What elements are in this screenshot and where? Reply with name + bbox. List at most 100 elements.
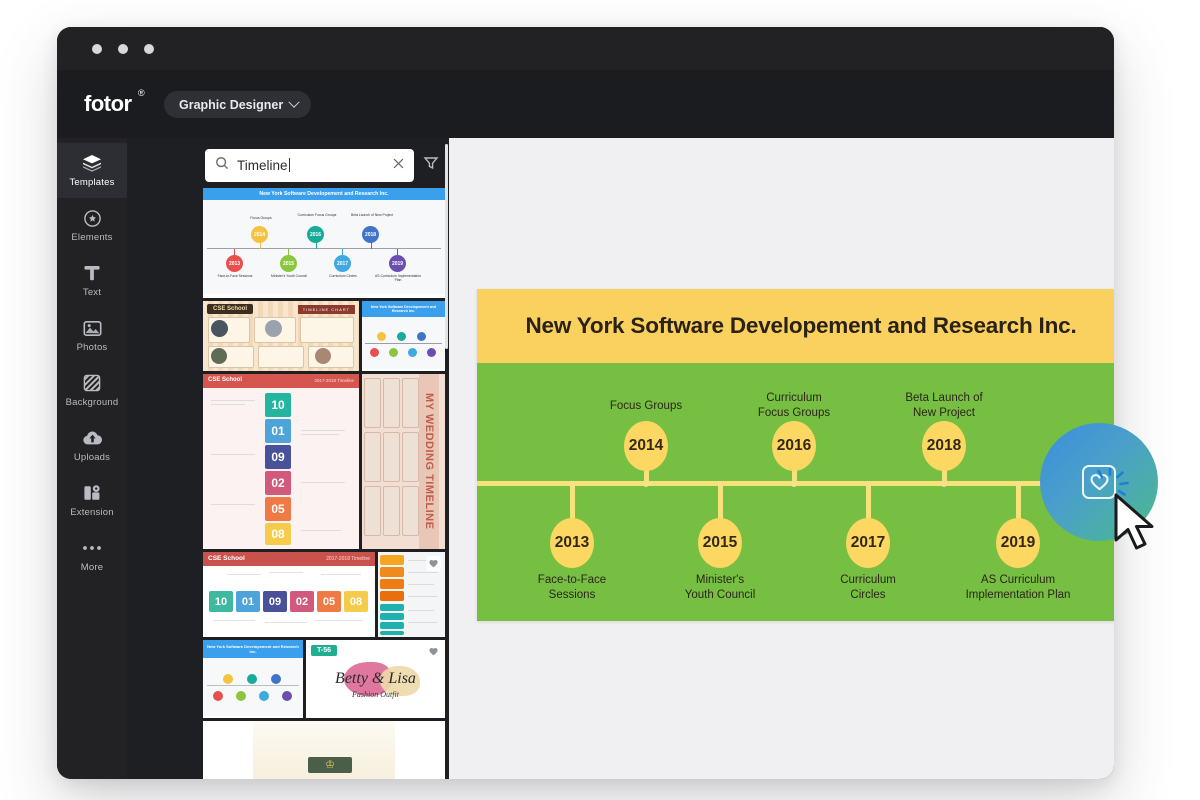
sidebar-item-photos[interactable]: Photos xyxy=(57,308,127,363)
design-title-band: New York Software Developement and Resea… xyxy=(477,289,1114,363)
template-card-cse-school-vertical-timeline[interactable]: CSE School 2017-2018 Timeline 10 01 09 0… xyxy=(203,374,359,549)
sidebar-item-templates[interactable]: Templates xyxy=(57,143,127,198)
template-card-title: New York Software Developement and Resea… xyxy=(203,640,303,658)
window-maximize-button[interactable] xyxy=(144,44,154,54)
sidebar-item-label: Uploads xyxy=(73,451,111,463)
template-number-chip: 09 xyxy=(263,591,287,612)
template-node-year: 2018 xyxy=(362,226,379,243)
timeline-body: Focus Groups Curriculum Focus Groups Beta… xyxy=(477,363,1114,621)
template-number-chip: 08 xyxy=(344,591,368,612)
template-node-caption: Beta Launch of New Project xyxy=(350,213,394,217)
template-card-ny-software-timeline-small[interactable]: New York Software Developement and Resea… xyxy=(362,301,445,371)
filter-funnel-icon[interactable] xyxy=(423,155,439,176)
template-number-chip: 01 xyxy=(265,419,291,443)
design-canvas[interactable]: New York Software Developement and Resea… xyxy=(477,289,1114,621)
timeline-caption-above: Beta Launch of New Project xyxy=(905,392,983,420)
sidebar-item-label: Text xyxy=(82,286,102,298)
template-card-orange-teal-schedule[interactable] xyxy=(378,552,445,637)
timeline-axis-dot xyxy=(941,480,947,487)
timeline-caption-below: Face-to-Face Sessions xyxy=(537,574,607,602)
canvas-scrollbar[interactable] xyxy=(445,144,448,349)
template-number-chip: 02 xyxy=(265,471,291,495)
timeline-node-2015[interactable]: 2015 xyxy=(698,518,742,568)
search-input-value: Timeline xyxy=(237,158,288,173)
template-number-chip: 08 xyxy=(265,523,291,545)
template-card-cream-blank-template[interactable]: ♔ xyxy=(203,721,445,779)
template-card-title: CSE School xyxy=(207,304,254,314)
search-icon xyxy=(215,156,229,175)
template-card-betty-and-lisa-fashion[interactable]: T-56 Betty & Lisa Fashion Outfit xyxy=(306,640,445,718)
template-card-title: Betty & Lisa xyxy=(335,670,416,687)
close-x-icon[interactable] xyxy=(392,157,405,175)
template-card-cse-school-orange-board[interactable]: CSE School TIMELINE CHART xyxy=(203,301,359,371)
timeline-node-2016[interactable]: 2016 xyxy=(772,421,816,471)
template-number-chip: 01 xyxy=(236,591,260,612)
timeline-axis-dot xyxy=(717,480,723,487)
timeline-caption-above: Curriculum Focus Groups xyxy=(757,392,831,420)
cloud-upload-icon xyxy=(82,429,103,448)
search-row: Timeline xyxy=(205,149,445,182)
chevron-down-icon xyxy=(288,96,300,108)
template-node-caption: Focus Groups xyxy=(250,216,272,220)
template-card-title: New York Software Developement and Resea… xyxy=(362,301,445,317)
puzzle-gear-icon xyxy=(83,484,101,503)
window-minimize-button[interactable] xyxy=(118,44,128,54)
app-window: fotor ® Graphic Designer Templates Eleme… xyxy=(57,27,1114,779)
mode-selector[interactable]: Graphic Designer xyxy=(164,91,312,118)
window-titlebar xyxy=(57,27,1114,70)
timeline-node-2017[interactable]: 2017 xyxy=(846,518,890,568)
timeline-axis-dot xyxy=(865,480,871,487)
sidebar-item-background[interactable]: Background xyxy=(57,363,127,418)
template-card-ny-software-timeline-blue[interactable]: New York Software Developement and Resea… xyxy=(203,188,445,298)
sidebar-item-label: More xyxy=(80,561,104,573)
sidebar-item-uploads[interactable]: Uploads xyxy=(57,418,127,473)
template-node-caption: Minister's Youth Council xyxy=(271,274,307,278)
template-card-subtitle: Fashion Outfit xyxy=(352,690,399,699)
template-card-title: CSE School xyxy=(208,377,243,383)
sidebar-rail: Templates Elements Text Photos Backgroun… xyxy=(57,138,127,779)
timeline-node-2018[interactable]: 2018 xyxy=(922,421,966,471)
template-card-title: New York Software Developement and Resea… xyxy=(203,188,445,200)
template-node-caption: Face-to-Face Sessions xyxy=(217,274,253,278)
photo-icon xyxy=(82,319,102,338)
sidebar-item-extension[interactable]: Extension xyxy=(57,473,127,528)
window-close-button[interactable] xyxy=(92,44,102,54)
template-card-my-wedding-timeline[interactable]: MY WEDDING TIMELINE xyxy=(362,374,445,549)
search-input[interactable]: Timeline xyxy=(205,149,414,182)
timeline-caption-below: AS Curriculum Implementation Plan xyxy=(965,574,1071,602)
mode-selector-label: Graphic Designer xyxy=(179,97,284,112)
favorite-heart-icon[interactable] xyxy=(426,556,441,571)
template-node-year: 2013 xyxy=(226,255,243,272)
timeline-stem xyxy=(718,481,723,519)
fotor-logo[interactable]: fotor xyxy=(84,91,132,117)
template-node-year: 2019 xyxy=(389,255,406,272)
text-t-icon xyxy=(83,264,101,283)
favorite-heart-icon[interactable] xyxy=(426,644,441,659)
timeline-node-2019[interactable]: 2019 xyxy=(996,518,1040,568)
timeline-stem xyxy=(570,481,575,519)
timeline-axis-dot xyxy=(569,480,575,487)
template-card-cse-school-horizontal-timeline[interactable]: CSE School 2017-2018 Timeline 10 01 09 0… xyxy=(203,552,375,637)
timeline-node-2013[interactable]: 2013 xyxy=(550,518,594,568)
timeline-axis-dot xyxy=(643,480,649,487)
template-card-ny-software-timeline-mini[interactable]: New York Software Developement and Resea… xyxy=(203,640,303,718)
template-node-year: 2014 xyxy=(251,226,268,243)
timeline-stem xyxy=(866,481,871,519)
timeline-node-2014[interactable]: 2014 xyxy=(624,421,668,471)
sidebar-item-elements[interactable]: Elements xyxy=(57,198,127,253)
star-badge-icon xyxy=(83,209,102,228)
template-row: CSE School 2017-2018 Timeline 10 01 09 0… xyxy=(203,552,445,637)
template-number-chip: 09 xyxy=(265,445,291,469)
sidebar-item-more[interactable]: More xyxy=(57,528,127,583)
timeline-stem xyxy=(1016,481,1021,519)
template-grid[interactable]: New York Software Developement and Resea… xyxy=(203,188,445,779)
template-row: New York Software Developement and Resea… xyxy=(203,188,445,298)
sidebar-item-label: Templates xyxy=(69,176,115,188)
template-card-badge: TIMELINE CHART xyxy=(297,305,355,314)
text-caret xyxy=(288,158,290,172)
canvas-area[interactable]: New York Software Developement and Resea… xyxy=(445,138,1114,779)
sidebar-item-text[interactable]: Text xyxy=(57,253,127,308)
brand-bar: fotor ® Graphic Designer xyxy=(57,70,1114,138)
sidebar-item-label: Photos xyxy=(76,341,108,353)
template-node-caption: AS Curriculum Implementation Plan xyxy=(375,274,421,283)
